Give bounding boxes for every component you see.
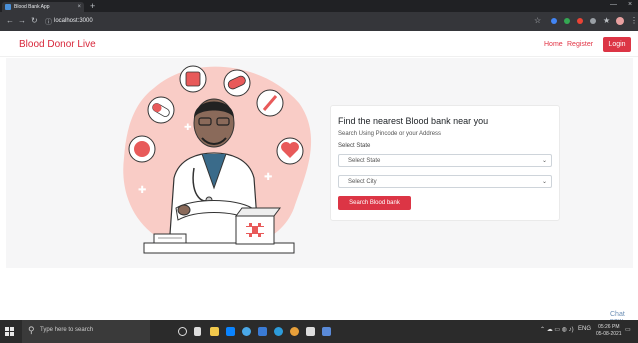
task-view-icon[interactable] — [194, 327, 201, 336]
vscode-icon[interactable] — [322, 327, 331, 336]
state-select[interactable]: Select State ⌄ — [338, 154, 552, 167]
browser-tab[interactable]: Blood Bank App × — [2, 2, 84, 12]
bookmark-star-icon[interactable]: ☆ — [534, 16, 541, 26]
card-title: Find the nearest Blood bank near you — [338, 116, 489, 126]
search-icon: ⚲ — [28, 325, 35, 335]
site-navbar: Blood Donor Live Home Register Login — [0, 31, 638, 57]
extension-icon[interactable] — [551, 18, 557, 24]
extension-icon[interactable] — [564, 18, 570, 24]
taskbar-search-box[interactable]: ⚲ Type here to search — [22, 320, 150, 343]
url-field[interactable]: localhost:3000 — [54, 18, 93, 24]
reload-icon[interactable]: ↻ — [31, 16, 38, 26]
browser-tab-bar: Blood Bank App × + — × — [0, 0, 638, 12]
settings-icon[interactable] — [306, 327, 315, 336]
site-info-icon[interactable]: ⓘ — [45, 17, 52, 27]
windows-taskbar: ⚲ Type here to search ⌃ ☁ ▭ ◍ ♪) ENG 05:… — [0, 320, 638, 343]
brand-logo[interactable]: Blood Donor Live — [19, 39, 96, 50]
svg-text:✚: ✚ — [184, 123, 192, 133]
chevron-down-icon: ⌄ — [541, 158, 547, 164]
clock-date: 05-08-2021 — [596, 331, 622, 337]
file-explorer-icon[interactable] — [210, 327, 219, 336]
new-tab-button[interactable]: + — [90, 1, 95, 11]
tab-title: Blood Bank App — [14, 4, 50, 10]
state-label: Select State — [338, 143, 371, 149]
extensions-puzzle-icon[interactable]: ★ — [603, 16, 610, 26]
chrome-icon[interactable] — [290, 327, 299, 336]
back-icon[interactable]: ← — [6, 16, 14, 26]
nav-link-home[interactable]: Home — [544, 41, 563, 48]
login-button[interactable]: Login — [603, 37, 631, 52]
favicon-icon — [5, 4, 11, 10]
forward-icon[interactable]: → — [18, 16, 26, 26]
clock-time: 05:26 PM — [598, 324, 620, 330]
taskbar-search-placeholder: Type here to search — [40, 327, 94, 333]
search-card: Find the nearest Blood bank near you Sea… — [330, 105, 560, 221]
clock[interactable]: 05:26 PM 05-08-2021 — [596, 324, 622, 338]
mail-icon[interactable] — [258, 327, 267, 336]
chevron-down-icon: ⌄ — [541, 179, 547, 185]
edge-icon[interactable] — [242, 327, 251, 336]
city-select[interactable]: Select City ⌄ — [338, 175, 552, 188]
state-select-value: Select State — [348, 158, 381, 164]
notification-icon[interactable]: ▭ — [625, 326, 631, 333]
app-icon[interactable] — [274, 327, 283, 336]
tray-icons[interactable]: ⌃ ☁ ▭ ◍ ♪) — [540, 326, 574, 333]
extension-icon[interactable] — [577, 18, 583, 24]
close-window-button[interactable]: × — [628, 1, 632, 8]
windows-start-icon[interactable] — [5, 327, 14, 336]
city-select-value: Select City — [348, 179, 377, 185]
address-bar: ← → ↻ ⓘ localhost:3000 ☆ ★ ⋮ — [0, 12, 638, 31]
svg-text:✚: ✚ — [264, 172, 272, 183]
hero-section: ✚ ✚ ✚ Find the nearest Blood bank near y… — [6, 58, 633, 268]
language-indicator[interactable]: ENG — [578, 326, 591, 332]
svg-text:✚: ✚ — [138, 185, 146, 196]
tab-close-icon[interactable]: × — [77, 4, 81, 10]
nav-link-register[interactable]: Register — [567, 41, 593, 48]
doctor-illustration: ✚ ✚ ✚ — [123, 65, 312, 254]
extension-icon[interactable] — [590, 18, 596, 24]
store-icon[interactable] — [226, 327, 235, 336]
search-blood-bank-button[interactable]: Search Blood bank — [338, 196, 411, 210]
card-subtitle: Search Using Pincode or your Address — [338, 131, 442, 137]
browser-menu-icon[interactable]: ⋮ — [630, 16, 638, 26]
profile-avatar[interactable] — [616, 17, 624, 25]
minimize-button[interactable]: — — [610, 1, 617, 8]
cortana-icon[interactable] — [178, 327, 187, 336]
